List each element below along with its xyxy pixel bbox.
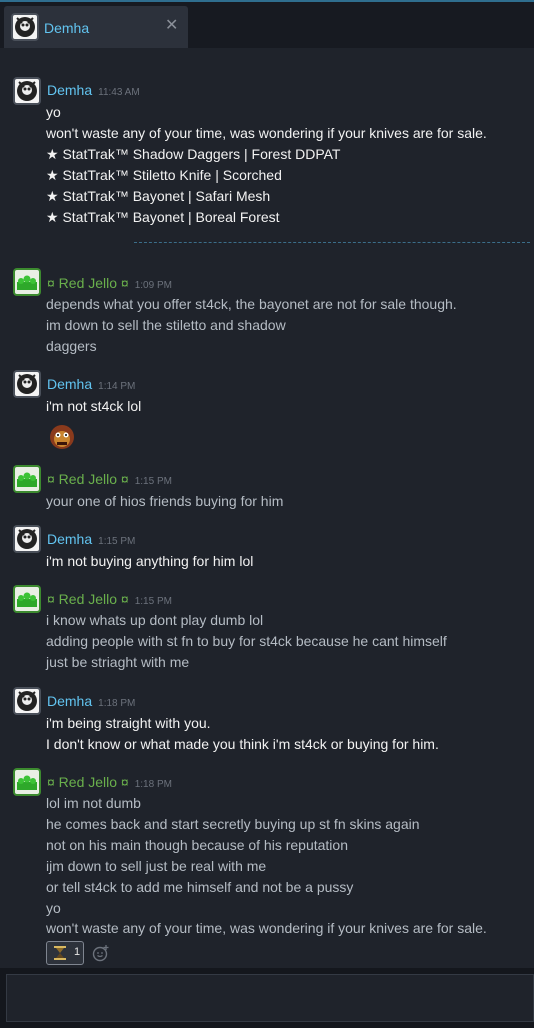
red-jello-avatar-icon[interactable] — [15, 770, 39, 794]
message-timestamp: 1:15 PM — [134, 476, 172, 487]
message-line: ★ StatTrak™ Stiletto Knife | Scorched — [46, 167, 282, 183]
message-timestamp: 1:18 PM — [98, 698, 136, 709]
sender-name[interactable]: Demha — [47, 82, 92, 98]
demha-avatar-icon[interactable] — [15, 527, 39, 551]
demha-avatar-icon[interactable] — [15, 79, 39, 103]
message-sender[interactable]: ¤ Red Jello ¤ 1:15 PM — [47, 471, 172, 487]
message-line: lol im not dumb — [46, 795, 141, 811]
add-reaction-icon[interactable] — [92, 944, 110, 967]
sender-name[interactable]: Demha — [47, 531, 92, 547]
sticker-emote-icon — [46, 420, 78, 452]
message-timestamp: 1:15 PM — [98, 536, 136, 547]
new-messages-divider — [134, 242, 530, 243]
reaction-count: 1 — [74, 946, 81, 958]
message-line: i'm not buying anything for him lol — [46, 553, 254, 569]
message-line: won't waste any of your time, was wonder… — [46, 920, 487, 936]
tab-title: Demha — [44, 20, 90, 36]
message-sender[interactable]: ¤ Red Jello ¤ 1:15 PM — [47, 591, 172, 607]
demha-avatar-icon[interactable] — [15, 689, 39, 713]
message-line: he comes back and start secretly buying … — [46, 816, 420, 832]
message-line: daggers — [46, 338, 97, 354]
message-sender[interactable]: ¤ Red Jello ¤ 1:09 PM — [47, 275, 172, 291]
message-timestamp: 1:09 PM — [134, 280, 172, 291]
message-sender[interactable]: ¤ Red Jello ¤ 1:18 PM — [47, 774, 172, 790]
message-line: yo — [46, 900, 61, 916]
message-sender[interactable]: Demha 11:43 AM — [47, 82, 140, 98]
message-line: adding people with st fn to buy for st4c… — [46, 633, 447, 649]
sender-name[interactable]: ¤ Red Jello ¤ — [47, 471, 129, 487]
message-line: not on his main though because of his re… — [46, 837, 348, 853]
sender-name[interactable]: ¤ Red Jello ¤ — [47, 774, 129, 790]
message-sender[interactable]: Demha 1:14 PM — [47, 376, 135, 392]
sender-name[interactable]: Demha — [47, 376, 92, 392]
reaction-button[interactable]: 1 — [46, 941, 84, 965]
tab-demha[interactable]: Demha ✕ — [4, 6, 188, 48]
message-line: I don't know or what made you think i'm … — [46, 736, 439, 752]
message-timestamp: 1:18 PM — [134, 779, 172, 790]
message-line: or tell st4ck to add me himself and not … — [46, 879, 354, 895]
message-timestamp: 11:43 AM — [98, 87, 140, 98]
message-line: your one of hios friends buying for him — [46, 493, 284, 509]
sender-name[interactable]: ¤ Red Jello ¤ — [47, 591, 129, 607]
red-jello-avatar-icon[interactable] — [15, 270, 39, 294]
message-line: im down to sell the stiletto and shadow — [46, 317, 286, 333]
message-line: depends what you offer st4ck, the bayone… — [46, 296, 457, 312]
message-sender[interactable]: Demha 1:18 PM — [47, 693, 135, 709]
message-line: ★ StatTrak™ Shadow Daggers | Forest DDPA… — [46, 146, 341, 162]
tab-bar: Demha ✕ — [0, 2, 534, 48]
message-sender[interactable]: Demha 1:15 PM — [47, 531, 135, 547]
message-line: i'm being straight with you. — [46, 715, 211, 731]
demha-avatar-icon — [13, 15, 37, 39]
message-line: i know whats up dont play dumb lol — [46, 612, 264, 628]
message-line: i'm not st4ck lol — [46, 398, 142, 414]
demha-avatar-icon[interactable] — [15, 372, 39, 396]
sender-name[interactable]: ¤ Red Jello ¤ — [47, 275, 129, 291]
hourglass-emoticon-icon — [54, 946, 66, 960]
message-line: ★ StatTrak™ Bayonet | Boreal Forest — [46, 209, 280, 225]
message-input[interactable] — [6, 974, 534, 1022]
red-jello-avatar-icon[interactable] — [15, 587, 39, 611]
message-timestamp: 1:15 PM — [134, 596, 172, 607]
message-line: just be striaght with me — [46, 654, 190, 670]
message-timestamp: 1:14 PM — [98, 381, 136, 392]
message-line: ijm down to sell just be real with me — [46, 858, 267, 874]
message-line: ★ StatTrak™ Bayonet | Safari Mesh — [46, 188, 271, 204]
message-line: yo — [46, 104, 61, 120]
red-jello-avatar-icon[interactable] — [15, 467, 39, 491]
close-tab-icon[interactable]: ✕ — [165, 15, 178, 35]
message-line: won't waste any of your time, was wonder… — [46, 125, 487, 141]
sender-name[interactable]: Demha — [47, 693, 92, 709]
